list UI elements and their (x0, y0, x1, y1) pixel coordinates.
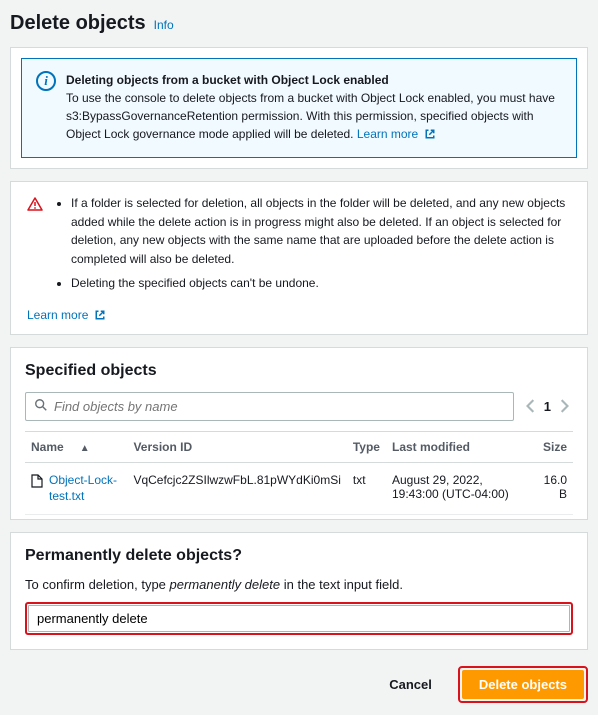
object-lock-info-panel: i Deleting objects from a bucket with Ob… (10, 47, 588, 169)
learn-more-link[interactable]: Learn more (27, 308, 106, 322)
col-name[interactable]: Name▲ (25, 431, 127, 462)
learn-more-link[interactable]: Learn more (357, 127, 436, 141)
info-box-title: Deleting objects from a bucket with Obje… (66, 73, 389, 87)
delete-objects-button[interactable]: Delete objects (462, 670, 584, 699)
prev-page-button[interactable] (526, 399, 536, 413)
warning-icon (27, 196, 43, 212)
pagination: 1 (522, 399, 573, 414)
table-row: Object-Lock-test.txt VqCefcjc2ZSIlwzwFbL… (25, 462, 573, 514)
info-box-body: To use the console to delete objects fro… (66, 91, 555, 141)
info-icon: i (36, 71, 56, 91)
object-name-link[interactable]: Object-Lock-test.txt (49, 473, 121, 504)
cell-modified: August 29, 2022, 19:43:00 (UTC-04:00) (386, 462, 531, 514)
warning-item: Deleting the specified objects can't be … (71, 274, 571, 293)
page-title: Delete objects (10, 12, 146, 35)
col-type[interactable]: Type (347, 431, 386, 462)
cell-version: VqCefcjc2ZSIlwzwFbL.81pWYdKi0mSi (127, 462, 346, 514)
file-icon (31, 474, 43, 491)
confirm-title: Permanently delete objects? (25, 547, 573, 565)
external-link-icon (424, 127, 436, 145)
cell-size: 16.0 B (531, 462, 573, 514)
col-modified[interactable]: Last modified (386, 431, 531, 462)
cancel-button[interactable]: Cancel (373, 671, 448, 698)
external-link-icon (94, 309, 106, 324)
warning-item: If a folder is selected for deletion, al… (71, 194, 571, 268)
confirm-delete-input[interactable] (28, 605, 570, 632)
info-link[interactable]: Info (154, 18, 174, 32)
page-number: 1 (544, 399, 551, 414)
specified-objects-panel: Specified objects 1 Name▲ Version ID Typ… (10, 347, 588, 520)
col-version[interactable]: Version ID (127, 431, 346, 462)
sort-asc-icon: ▲ (80, 443, 90, 454)
search-icon (34, 398, 48, 415)
warning-panel: If a folder is selected for deletion, al… (10, 181, 588, 335)
search-input[interactable] (48, 397, 505, 416)
specified-objects-title: Specified objects (25, 362, 573, 380)
confirm-panel: Permanently delete objects? To confirm d… (10, 532, 588, 650)
next-page-button[interactable] (559, 399, 569, 413)
confirm-prompt: To confirm deletion, type permanently de… (25, 577, 573, 592)
search-input-container[interactable] (25, 392, 514, 421)
col-size[interactable]: Size (531, 431, 573, 462)
cell-type: txt (347, 462, 386, 514)
objects-table: Name▲ Version ID Type Last modified Size… (25, 431, 573, 515)
footer-actions: Cancel Delete objects (4, 662, 594, 711)
